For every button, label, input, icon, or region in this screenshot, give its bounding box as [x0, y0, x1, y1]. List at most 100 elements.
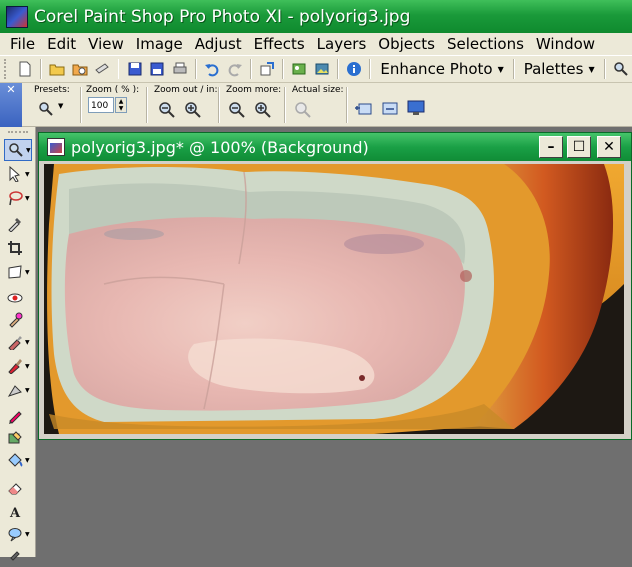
- zoom-tool[interactable]: ▼: [4, 139, 32, 161]
- paint-brush-tool[interactable]: ▼: [4, 355, 32, 377]
- zoom-percent-input[interactable]: 100: [88, 97, 114, 113]
- chevron-down-icon: ▼: [25, 530, 30, 538]
- zoom-in-button[interactable]: [184, 101, 202, 123]
- maximize-button[interactable]: ☐: [567, 136, 591, 158]
- lasso-tool[interactable]: ▼: [4, 187, 32, 209]
- photo-enhance-button[interactable]: [312, 58, 332, 80]
- tool-options-close-button[interactable]: ✕: [0, 83, 22, 127]
- menu-file[interactable]: File: [0, 35, 41, 53]
- save-button[interactable]: [124, 58, 144, 80]
- options-separator: [80, 87, 82, 123]
- presets-label: Presets:: [34, 85, 70, 95]
- arrow-pointer-icon: [9, 166, 21, 182]
- fit-image-button[interactable]: [380, 99, 400, 121]
- close-button[interactable]: ✕: [597, 136, 621, 158]
- actual-size-button[interactable]: [294, 101, 312, 123]
- smudge-tool[interactable]: [4, 405, 32, 427]
- more-tools[interactable]: [4, 545, 32, 567]
- app-title-bar[interactable]: Corel Paint Shop Pro Photo XI - polyorig…: [0, 0, 632, 33]
- background-eraser-tool[interactable]: [4, 427, 32, 449]
- zoom-toolbar-button[interactable]: [611, 58, 631, 80]
- menu-selections[interactable]: Selections: [441, 35, 530, 53]
- full-screen-button[interactable]: [406, 99, 426, 121]
- zoom-more-out-button[interactable]: [228, 101, 246, 123]
- menu-effects[interactable]: Effects: [248, 35, 311, 53]
- menu-view[interactable]: View: [82, 35, 130, 53]
- menu-objects[interactable]: Objects: [372, 35, 441, 53]
- one-step-fix-button[interactable]: [289, 58, 309, 80]
- menu-layers[interactable]: Layers: [311, 35, 373, 53]
- clone-brush-tool[interactable]: ▼: [4, 331, 32, 353]
- red-eye-icon: [7, 293, 23, 303]
- menu-edit[interactable]: Edit: [41, 35, 82, 53]
- chevron-down-icon: ▼: [497, 64, 504, 74]
- chevron-down-icon: ▼: [25, 386, 30, 394]
- picture-tube-icon: [8, 431, 22, 444]
- text-icon: A: [9, 506, 21, 520]
- palettes-label: Palettes: [523, 60, 584, 78]
- pick-tool[interactable]: ▼: [4, 163, 32, 185]
- fit-window-icon: [355, 103, 372, 115]
- zoom-more-label: Zoom more:: [226, 85, 282, 95]
- toolbar-grip[interactable]: [4, 59, 10, 79]
- chevron-down-icon[interactable]: ▼: [58, 102, 63, 110]
- eyedropper-icon: [8, 218, 21, 232]
- presets-button[interactable]: [38, 101, 54, 121]
- crop-tool[interactable]: [4, 237, 32, 259]
- eraser-tool[interactable]: [4, 477, 32, 499]
- save-icon: [128, 62, 142, 76]
- move-tool[interactable]: ▼: [4, 261, 32, 283]
- magnifier-icon: [9, 143, 23, 157]
- zoom-in-icon: [185, 102, 201, 118]
- enhance-photo-dropdown[interactable]: Enhance Photo ▼: [375, 60, 508, 78]
- undo-icon: [205, 64, 219, 77]
- standard-toolbar: Enhance Photo ▼ Palettes ▼: [0, 55, 632, 83]
- save-as-button[interactable]: [147, 58, 167, 80]
- smudge-icon: [9, 411, 22, 424]
- undo-button[interactable]: [202, 58, 222, 80]
- shape-tool[interactable]: ▼: [4, 523, 32, 545]
- zoom-out-button[interactable]: [158, 101, 176, 123]
- toolbar-separator: [194, 59, 197, 79]
- lasso-icon: [9, 191, 23, 206]
- new-file-button[interactable]: [15, 58, 35, 80]
- tool-options-palette: ✕ Presets: ▼ Zoom ( % ): 100 ▲ ▼ Zoom out…: [0, 83, 632, 127]
- redo-button[interactable]: [224, 58, 244, 80]
- palettes-dropdown[interactable]: Palettes ▼: [519, 60, 600, 78]
- options-separator: [284, 87, 286, 123]
- zoom-more-in-button[interactable]: [254, 101, 272, 123]
- fit-window-button[interactable]: [354, 99, 374, 121]
- open-button[interactable]: [47, 58, 67, 80]
- menu-window[interactable]: Window: [530, 35, 601, 53]
- makeover-tool[interactable]: [4, 309, 32, 331]
- paint-brush-icon: [8, 359, 22, 374]
- fit-image-icon: [382, 102, 398, 115]
- browse-button[interactable]: [70, 58, 90, 80]
- print-button[interactable]: [169, 58, 189, 80]
- menu-image[interactable]: Image: [130, 35, 189, 53]
- minimize-button[interactable]: –: [539, 136, 563, 158]
- paint-shop-pro-icon[interactable]: [6, 5, 28, 28]
- magnifier-icon: [614, 62, 628, 76]
- document-image-icon: [47, 138, 65, 156]
- resize-button[interactable]: [257, 58, 277, 80]
- actual-size-icon: [295, 102, 311, 118]
- zoom-out-icon: [159, 102, 175, 118]
- menu-adjust[interactable]: Adjust: [189, 35, 248, 53]
- scan-button[interactable]: [92, 58, 112, 80]
- document-title-bar[interactable]: polyorig3.jpg* @ 100% (Background) – ☐ ✕: [39, 133, 631, 161]
- dropper-tool[interactable]: [4, 213, 32, 235]
- clone-brush-icon: [8, 336, 22, 350]
- lighten-darken-tool[interactable]: ▼: [4, 379, 32, 401]
- red-eye-tool[interactable]: [4, 287, 32, 309]
- image-canvas[interactable]: [44, 164, 624, 434]
- zoom-spinner[interactable]: ▲ ▼: [115, 97, 127, 113]
- palette-grip[interactable]: [8, 131, 28, 133]
- minimize-icon: –: [547, 139, 555, 155]
- zoom-more-out-icon: [229, 102, 245, 118]
- help-button[interactable]: [344, 58, 364, 80]
- text-tool[interactable]: A: [4, 501, 32, 523]
- flood-fill-tool[interactable]: ▼: [4, 449, 32, 471]
- document-window[interactable]: polyorig3.jpg* @ 100% (Background) – ☐ ✕: [38, 132, 632, 440]
- speech-bubble-icon: [8, 528, 22, 542]
